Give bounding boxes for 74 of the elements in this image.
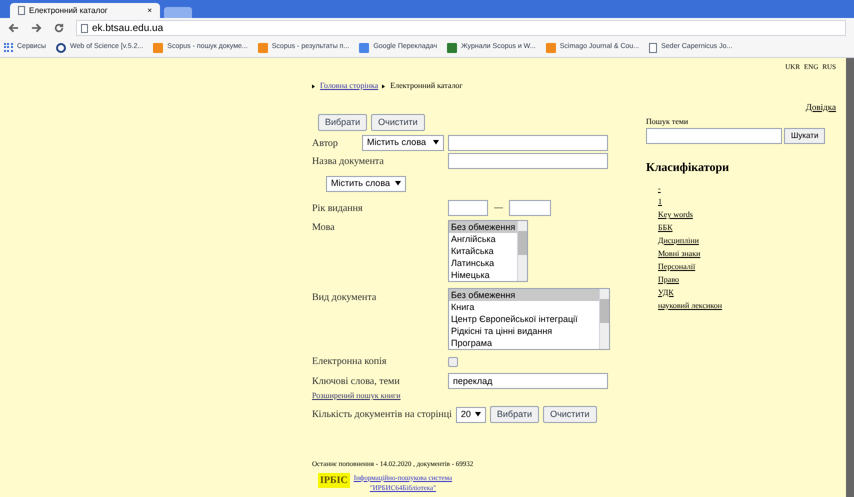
help-link[interactable]: Довідка [806,100,836,114]
form-button[interactable]: Очистити [543,406,597,423]
classifier-link[interactable]: - [658,182,661,195]
caret-icon [395,180,401,187]
classifiers-heading: Класифікатори [646,159,730,176]
scrollbar[interactable] [599,289,609,349]
text-field[interactable] [448,200,488,216]
field-label: Кількість документів на сторінці [312,408,452,422]
text-field[interactable] [448,153,608,169]
classifier-link[interactable]: УДК [658,286,674,299]
caret-icon [474,412,481,418]
classifier-link[interactable]: Key words [658,208,693,221]
list-option[interactable]: Англійська [449,233,518,245]
logo: ІРБІС [318,472,350,488]
doc-type-listbox[interactable]: Без обмеження Книга Центр Європейської інтеграції Рідкісні та цінні видання Програма [448,288,610,350]
bullet-icon [312,84,316,88]
form-button[interactable]: Вибрати [318,114,368,131]
classifier-link[interactable]: ББК [658,221,673,234]
classifier-link[interactable]: науковий лексикон [658,299,722,312]
text-field[interactable] [646,128,782,144]
text-field[interactable] [509,200,551,216]
page-icon [649,42,658,52]
field-label: Ключові слова, теми [312,374,401,388]
field-label: Вид документа [312,291,378,305]
text-field[interactable] [448,135,608,151]
breadcrumb-current: Електронний каталог [390,80,463,92]
separator-text: — [494,201,503,214]
page-icon [81,24,88,32]
reload-icon[interactable] [54,23,64,33]
list-option[interactable]: Рідкісні та цінні видання [449,325,599,337]
list-option[interactable]: Без обмеження [449,221,518,233]
text-field[interactable]: переклад [448,373,608,389]
select-dropdown[interactable]: Містить слова [362,135,444,151]
field-label: Мова [312,221,336,235]
checkbox[interactable] [448,356,458,366]
list-option[interactable]: Без обмеження [449,289,599,301]
bookmark-icon [546,42,556,52]
classifier-link[interactable]: Дисципліни [658,234,699,247]
field-label: Автор [312,136,339,150]
search-button[interactable]: Шукати [784,128,826,144]
classifier-link[interactable]: 1 [658,195,662,208]
topic-label: Пошук теми [646,116,690,128]
list-option[interactable]: Центр Європейської інтеграції [449,313,599,325]
form-button[interactable]: Очистити [371,114,425,131]
classifier-link[interactable]: Персоналії [658,260,696,273]
list-option[interactable]: Німецька [449,269,518,281]
language-listbox[interactable]: Без обмеження Англійська Китайська Латинська Німецька [448,220,528,282]
list-option[interactable]: Книга [449,301,599,313]
caret-icon [433,140,439,146]
bookmark-icon [153,42,164,52]
breadcrumb-link[interactable]: Головна сторінка [320,80,378,92]
scrollbar[interactable] [517,221,527,281]
field-label: Назва документа [312,154,385,168]
list-option[interactable]: Латинська [449,257,518,269]
select-dropdown[interactable]: 20 [456,406,486,422]
apps-icon [4,43,13,52]
list-option[interactable]: Програма [449,337,599,349]
tab-title: Електронний каталог [29,4,109,16]
list-option[interactable]: Китайська [449,245,518,257]
bullet-icon [382,84,386,88]
classifier-link[interactable]: Мовні знаки [658,247,700,260]
form-button[interactable]: Вибрати [490,406,540,423]
back-icon[interactable] [8,23,19,33]
bookmark-icon [258,42,268,52]
field-label: Електронна копія [312,355,388,369]
field-label: Рік видання [312,202,364,216]
classifier-link[interactable]: Право [658,273,680,286]
address-bar[interactable]: ek.btsau.edu.ua [76,20,846,36]
select-dropdown[interactable]: Містить слова [326,176,406,192]
browser-tab[interactable]: Електронний каталог × [10,3,160,18]
advanced-search-link[interactable]: Розширений пошук книги [312,390,632,402]
close-icon[interactable]: × [147,4,152,16]
page-icon [18,6,25,15]
forward-icon[interactable] [31,23,42,33]
